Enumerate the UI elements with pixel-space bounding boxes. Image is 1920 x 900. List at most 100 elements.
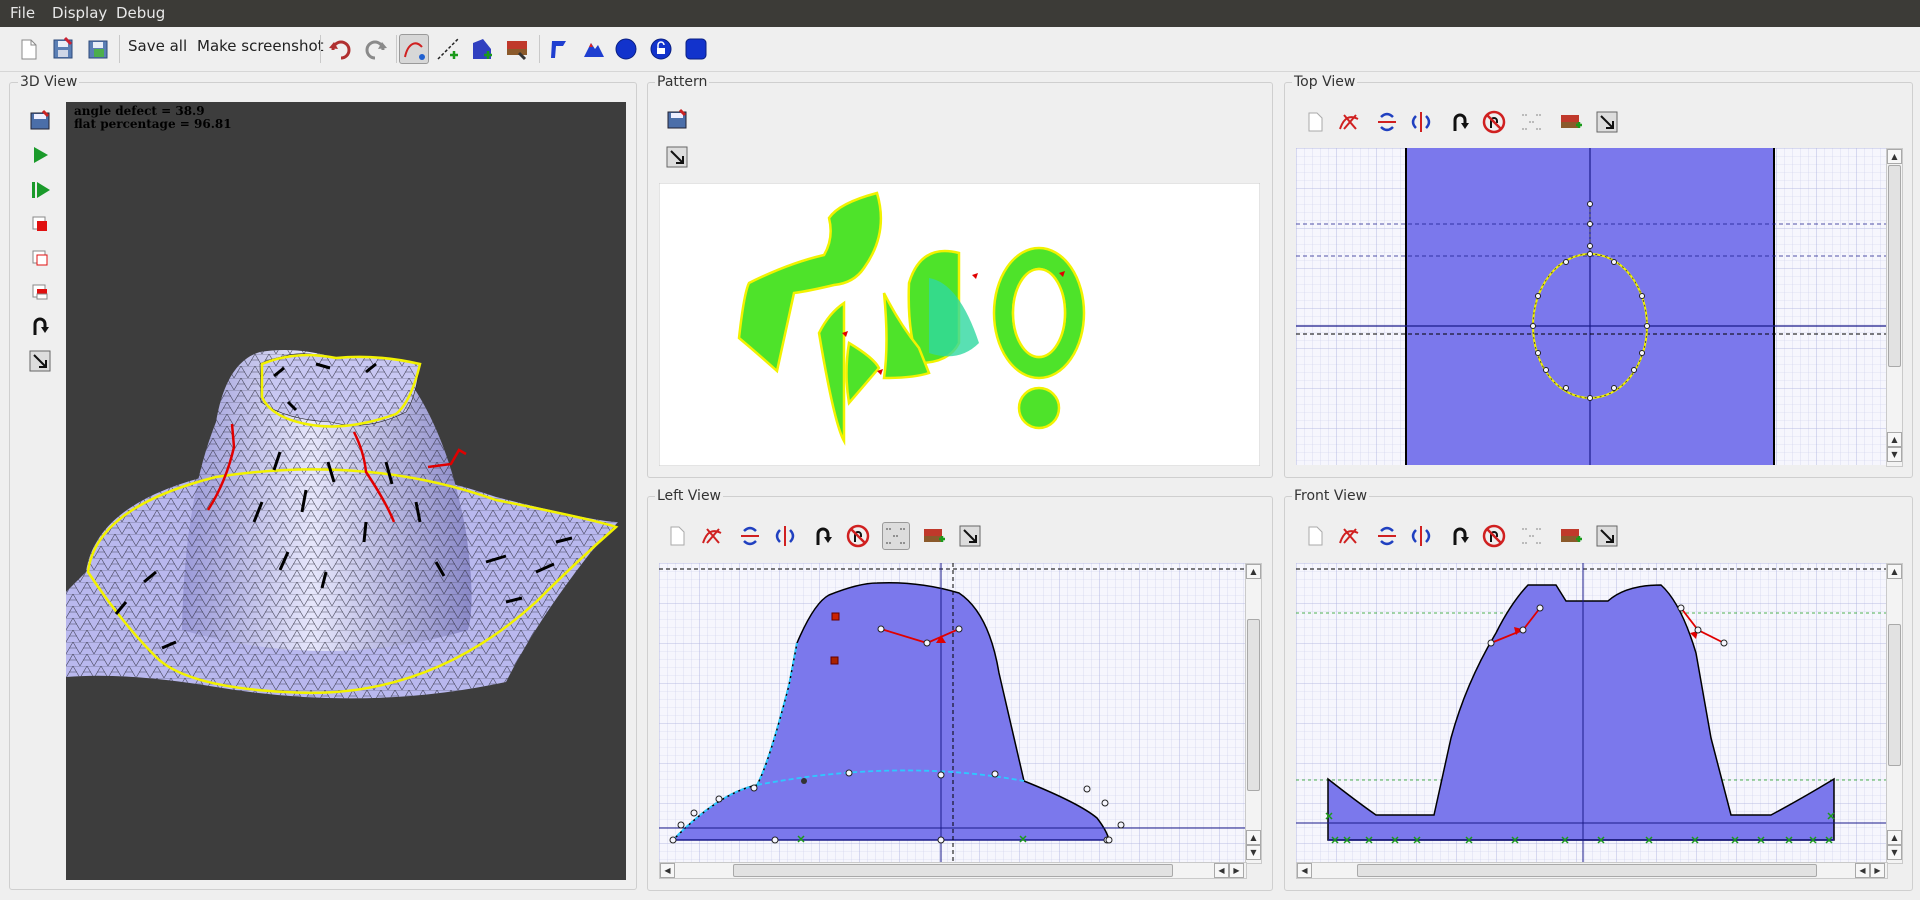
new-sketch-icon[interactable]: [1302, 523, 1328, 549]
resize-icon[interactable]: [27, 348, 53, 374]
left-view-hscroll-thumb[interactable]: [733, 864, 1173, 877]
front-view-vscroll-thumb[interactable]: [1888, 624, 1901, 766]
toolbar-separator: [396, 35, 397, 63]
toolbar-separator: [320, 35, 321, 63]
symmetry-icon[interactable]: [1374, 109, 1400, 135]
delete-curve-icon[interactable]: [1336, 109, 1362, 135]
scroll-up-arrow[interactable]: ▲: [1887, 830, 1902, 845]
left-view-handle-a[interactable]: [831, 612, 840, 621]
no-u-turn-icon[interactable]: [1481, 523, 1507, 549]
scroll-left-arrow[interactable]: ◀: [1214, 863, 1229, 878]
background-image-icon[interactable]: [1558, 109, 1584, 135]
circle-icon[interactable]: [612, 35, 640, 63]
flag-icon[interactable]: [545, 35, 573, 63]
background-image-icon[interactable]: [1558, 523, 1584, 549]
scroll-down-arrow[interactable]: ▼: [1887, 447, 1902, 462]
left-view-active-point[interactable]: [801, 778, 807, 784]
u-turn-icon[interactable]: [1447, 109, 1473, 135]
resize-icon[interactable]: [1594, 109, 1620, 135]
resize-icon[interactable]: [957, 523, 983, 549]
delete-curve-icon[interactable]: [699, 523, 725, 549]
align-curves-icon[interactable]: [882, 522, 910, 550]
top-view-vscroll-thumb[interactable]: [1888, 165, 1901, 367]
front-view-vscroll[interactable]: ▲ ▲ ▼: [1886, 563, 1903, 864]
make-screenshot-button[interactable]: Make screenshot: [197, 37, 324, 55]
scroll-down-arrow[interactable]: ▼: [1887, 845, 1902, 860]
resize-icon[interactable]: [1594, 523, 1620, 549]
scroll-left-arrow[interactable]: ◀: [660, 863, 675, 878]
play-icon[interactable]: [27, 142, 53, 168]
no-u-turn-icon[interactable]: [845, 523, 871, 549]
draw-curve-icon[interactable]: [399, 34, 429, 64]
front-view-canvas[interactable]: [1296, 563, 1886, 862]
scroll-left-arrow[interactable]: ◀: [1297, 863, 1312, 878]
scroll-up-arrow[interactable]: ▲: [1887, 432, 1902, 447]
top-view-canvas[interactable]: [1296, 148, 1886, 465]
u-turn-icon[interactable]: [1447, 523, 1473, 549]
scroll-right-arrow[interactable]: ▶: [1870, 863, 1885, 878]
scroll-down-arrow[interactable]: ▼: [1246, 845, 1261, 860]
left-view-canvas[interactable]: [659, 563, 1245, 862]
align-curves-icon[interactable]: [1519, 523, 1545, 549]
mountain-icon[interactable]: [580, 35, 608, 63]
scroll-up-arrow[interactable]: ▲: [1246, 564, 1261, 579]
new-sketch-icon[interactable]: [1302, 109, 1328, 135]
redo-icon[interactable]: [362, 35, 390, 63]
no-u-turn-icon[interactable]: [1481, 109, 1507, 135]
new-file-icon[interactable]: [14, 35, 42, 63]
delete-curve-icon[interactable]: [1336, 523, 1362, 549]
angle-defect-text: angle defect = 38.9: [74, 104, 205, 118]
background-image-icon[interactable]: [503, 35, 531, 63]
menu-debug[interactable]: Debug: [116, 4, 165, 22]
scroll-left-arrow[interactable]: ◀: [1855, 863, 1870, 878]
scroll-up-arrow[interactable]: ▲: [1887, 564, 1902, 579]
symmetry-break-icon[interactable]: [1408, 523, 1434, 549]
symmetry-icon[interactable]: [1374, 523, 1400, 549]
symmetry-break-icon[interactable]: [1408, 109, 1434, 135]
left-view-vscroll[interactable]: ▲ ▲ ▼: [1245, 563, 1262, 864]
add-seam-icon[interactable]: [434, 35, 462, 63]
save-as-icon[interactable]: [84, 35, 112, 63]
pattern-title: Pattern: [655, 74, 710, 90]
symmetry-icon[interactable]: [737, 523, 763, 549]
menu-file[interactable]: File: [10, 4, 35, 22]
left-view-vscroll-thumb[interactable]: [1247, 619, 1260, 791]
save-icon[interactable]: [49, 35, 77, 63]
view3d-canvas[interactable]: angle defect = 38.9 flat percentage = 96…: [66, 102, 626, 880]
menu-display[interactable]: Display: [52, 4, 107, 22]
pattern-resize-icon[interactable]: [664, 144, 690, 170]
save-all-button[interactable]: Save all: [128, 37, 187, 55]
flat-percentage-text: flat percentage = 96.81: [74, 117, 232, 131]
scroll-up-arrow[interactable]: ▲: [1887, 149, 1902, 164]
pattern-canvas[interactable]: [659, 183, 1260, 466]
symmetry-break-icon[interactable]: [772, 523, 798, 549]
main-toolbar: Save all Make screenshot: [0, 27, 1920, 72]
left-view-handle-b[interactable]: [830, 656, 839, 665]
cube-outline-icon[interactable]: [27, 245, 53, 271]
cube-split-icon[interactable]: [27, 279, 53, 305]
left-view-hscroll[interactable]: ◀ ◀ ▶: [659, 862, 1247, 879]
undo-icon[interactable]: [326, 35, 354, 63]
left-view-title: Left View: [655, 488, 724, 504]
front-view-hscroll[interactable]: ◀ ◀ ▶: [1296, 862, 1888, 879]
lock-circle-icon[interactable]: [647, 35, 675, 63]
view3d-title: 3D View: [18, 74, 80, 90]
pattern-screenshot-icon[interactable]: [664, 107, 690, 133]
pattern-piece-button: [1017, 386, 1061, 430]
step-forward-icon[interactable]: [27, 177, 53, 203]
new-sketch-icon[interactable]: [664, 523, 690, 549]
toolbar-separator: [119, 35, 120, 63]
scroll-up-arrow[interactable]: ▲: [1246, 830, 1261, 845]
screenshot-icon[interactable]: [27, 108, 53, 134]
u-turn-icon[interactable]: [27, 313, 53, 339]
scroll-right-arrow[interactable]: ▶: [1229, 863, 1244, 878]
front-view-hscroll-thumb[interactable]: [1357, 864, 1817, 877]
u-turn-icon[interactable]: [810, 523, 836, 549]
cube-red-icon[interactable]: [27, 211, 53, 237]
rounded-square-icon[interactable]: [682, 35, 710, 63]
pattern-brim-inner-seam: [1011, 267, 1067, 359]
background-image-icon[interactable]: [921, 523, 947, 549]
top-view-vscroll[interactable]: ▲ ▲ ▼: [1886, 148, 1903, 467]
align-curves-icon[interactable]: [1519, 109, 1545, 135]
add-dart-icon[interactable]: [468, 35, 496, 63]
